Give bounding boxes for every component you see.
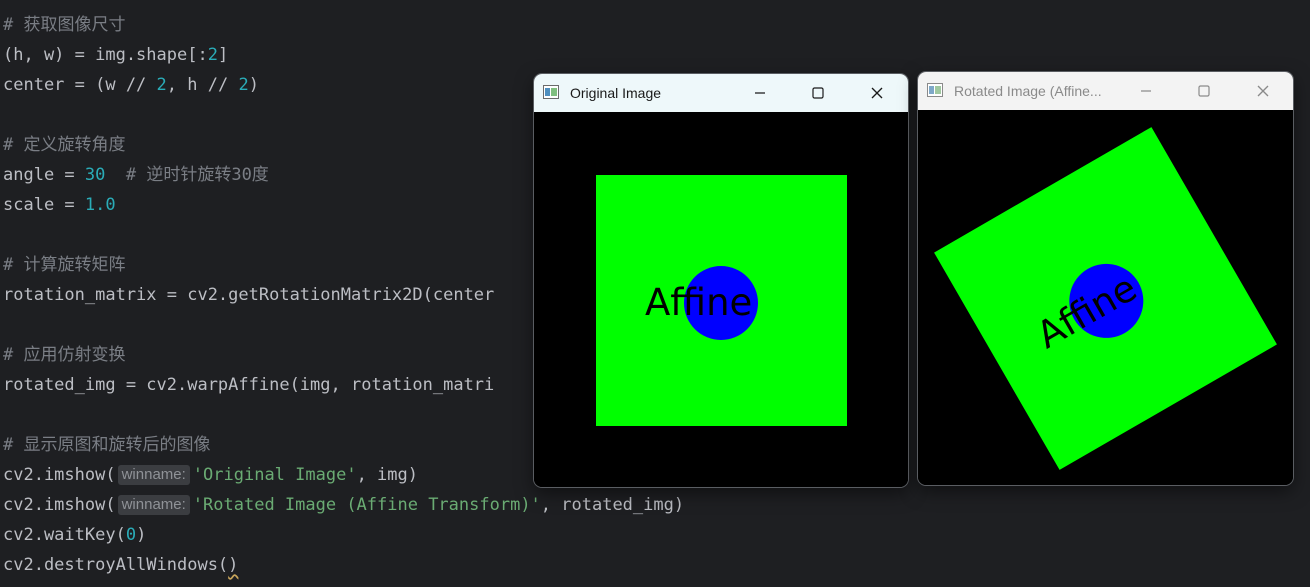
close-icon xyxy=(871,87,883,99)
original-image-window[interactable]: Original Image Affine xyxy=(534,74,908,487)
code-line[interactable]: cv2.imshow(winname: 'Original Image', img… xyxy=(3,460,418,490)
code-token: , img) xyxy=(356,465,418,485)
comment: # 定义旋转角度 xyxy=(3,135,126,155)
code-line[interactable]: # 计算旋转矩阵 xyxy=(3,250,125,280)
code-token: , rotated_img) xyxy=(540,495,685,515)
code-token: ) xyxy=(248,75,259,95)
code-token: (h, w) = img.shape[: xyxy=(3,45,208,65)
code-line[interactable]: rotation_matrix = cv2.getRotationMatrix2… xyxy=(3,280,494,310)
number-literal: 2 xyxy=(238,75,249,95)
image-canvas: Affine xyxy=(534,112,908,487)
number-literal: 30 xyxy=(84,165,106,185)
code-token: ) xyxy=(136,525,147,545)
minimize-button[interactable] xyxy=(737,74,783,112)
close-button[interactable] xyxy=(854,74,900,112)
comment: # 应用仿射变换 xyxy=(3,345,126,365)
code-token: angle = xyxy=(3,165,85,185)
opencv-window-icon xyxy=(927,83,943,97)
minimize-button[interactable] xyxy=(1123,72,1169,110)
code-line[interactable]: (h, w) = img.shape[:2] xyxy=(3,40,228,70)
opencv-window-icon xyxy=(543,85,559,99)
code-token: rotation_matrix = cv2.getRotationMatrix2… xyxy=(3,285,495,305)
maximize-button[interactable] xyxy=(795,74,841,112)
warning-token: ) xyxy=(228,555,239,575)
code-line[interactable]: rotated_img = cv2.warpAffine(img, rotati… xyxy=(3,370,494,400)
code-token: scale = xyxy=(3,195,85,215)
code-line[interactable]: scale = 1.0 xyxy=(3,190,116,220)
comment: # 获取图像尺寸 xyxy=(3,15,126,35)
window-title: Original Image xyxy=(570,85,662,101)
parameter-hint: winname: xyxy=(117,495,190,515)
code-token: cv2.imshow( xyxy=(3,495,116,515)
code-token: cv2.imshow( xyxy=(3,465,116,485)
code-line[interactable]: # 显示原图和旋转后的图像 xyxy=(3,430,210,460)
code-token: center = (w // xyxy=(3,75,157,95)
string-literal: 'Rotated Image (Affine Transform)' xyxy=(192,495,541,515)
close-icon xyxy=(1257,85,1269,97)
rotated-image-window[interactable]: Rotated Image (Affine... Affine xyxy=(918,72,1293,485)
window-title: Rotated Image (Affine... xyxy=(954,83,1102,99)
code-token: cv2.waitKey( xyxy=(3,525,126,545)
code-token: ] xyxy=(217,45,229,65)
code-token: rotated_img = cv2.warpAffine(img, rotati… xyxy=(3,375,495,395)
code-token: cv2.destroyAllWindows( xyxy=(3,555,229,575)
maximize-icon xyxy=(812,87,824,99)
maximize-button[interactable] xyxy=(1181,72,1227,110)
code-line[interactable]: # 应用仿射变换 xyxy=(3,340,125,370)
code-line[interactable]: cv2.destroyAllWindows() xyxy=(3,550,238,580)
code-line[interactable]: # 定义旋转角度 xyxy=(3,130,125,160)
rotated-content: Affine xyxy=(934,127,1277,470)
code-line[interactable]: cv2.waitKey(0) xyxy=(3,520,146,550)
code-line[interactable]: angle = 30 # 逆时针旋转30度 xyxy=(3,160,269,190)
number-literal: 2 xyxy=(156,75,167,95)
code-line[interactable]: # 获取图像尺寸 xyxy=(3,10,125,40)
maximize-icon xyxy=(1198,85,1210,97)
code-token: , h // xyxy=(166,75,239,95)
code-line[interactable]: center = (w // 2, h // 2) xyxy=(3,70,259,100)
title-bar[interactable]: Original Image xyxy=(534,74,908,112)
image-canvas: Affine xyxy=(918,110,1293,485)
comment: # 显示原图和旋转后的图像 xyxy=(3,435,211,455)
number-literal: 0 xyxy=(125,525,137,545)
title-bar[interactable]: Rotated Image (Affine... xyxy=(918,72,1293,110)
string-literal: 'Original Image' xyxy=(192,465,357,485)
comment: # 计算旋转矩阵 xyxy=(3,255,126,275)
comment: # 逆时针旋转30度 xyxy=(125,165,269,185)
close-button[interactable] xyxy=(1240,72,1286,110)
number-literal: 2 xyxy=(207,45,218,65)
minimize-icon xyxy=(755,92,765,94)
code-line[interactable]: cv2.imshow(winname: 'Rotated Image (Affin… xyxy=(3,490,684,520)
number-literal: 1.0 xyxy=(84,195,116,215)
parameter-hint: winname: xyxy=(117,465,190,485)
image-text: Affine xyxy=(645,281,752,324)
minimize-icon xyxy=(1141,90,1151,92)
